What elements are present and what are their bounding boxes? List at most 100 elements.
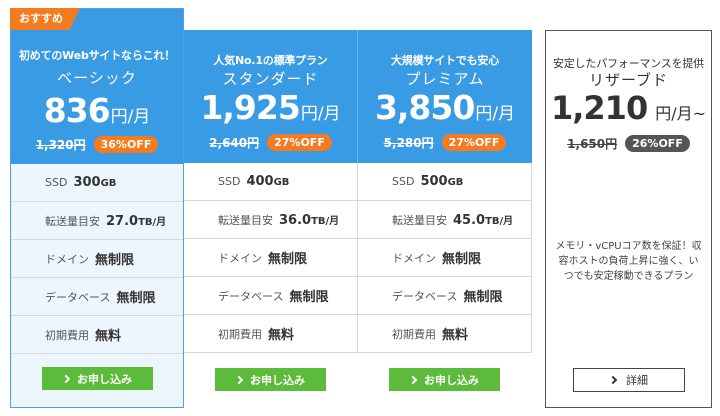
- spec-value: 45.0TB/月: [453, 212, 514, 228]
- plan-tagline: 初めてのWebサイトならこれ！: [18, 49, 176, 62]
- spec-label: SSD: [45, 176, 68, 189]
- spec-value: 無制限: [268, 252, 308, 267]
- discount-badge: 27%OFF: [441, 134, 507, 151]
- spec-row-initial-fee: 初期費用 無料: [11, 316, 183, 354]
- discount-row: 1,650円 26%OFF: [546, 135, 711, 152]
- spec-row-transfer: 転送量目安 27.0TB/月: [11, 202, 183, 240]
- apply-button-basic[interactable]: お申し込み: [42, 367, 153, 390]
- recommended-badge: おすすめ: [10, 8, 80, 30]
- apply-button-premium[interactable]: お申し込み: [389, 368, 500, 391]
- chevron-right-icon: [608, 375, 618, 385]
- spec-value: 無料: [95, 329, 122, 344]
- plan-header: 人気No.1の標準プラン スタンダード 1,925円/月 2,640円 27%O…: [184, 30, 358, 163]
- spec-list: SSD 400GB 転送量目安 36.0TB/月 ドメイン 無制限 データベース 無制限…: [184, 163, 358, 353]
- spec-row-database: データベース 無制限: [11, 278, 183, 316]
- price-value: 3,850: [374, 88, 475, 127]
- discount-badge: 26%OFF: [625, 135, 690, 152]
- spec-row-domain: ドメイン 無制限: [358, 239, 532, 277]
- spec-row-transfer: 転送量目安 36.0TB/月: [184, 201, 358, 239]
- discount-badge: 27%OFF: [267, 134, 332, 151]
- price-value: 1,925: [200, 88, 300, 127]
- old-price: 5,280円: [383, 136, 434, 150]
- plan-header: 初めてのWebサイトならこれ！ ベーシック 836円/月 1,320円 36%O…: [11, 9, 183, 164]
- discount-row: 1,320円 36%OFF: [11, 136, 183, 153]
- spec-row-database: データベース 無制限: [184, 277, 358, 315]
- plan-card-standard: 人気No.1の標準プラン スタンダード 1,925円/月 2,640円 27%O…: [184, 30, 358, 408]
- discount-row: 2,640円 27%OFF: [184, 134, 357, 151]
- spec-value: 無料: [442, 328, 469, 343]
- spec-value: 500GB: [420, 174, 464, 189]
- old-price: 1,650円: [567, 137, 618, 151]
- old-price: 1,320円: [35, 138, 86, 152]
- plan-card-reserved: 安定したパフォーマンスを提供 リザーブド 1,210 円/月~ 1,650円 26…: [545, 30, 712, 408]
- spec-value: 無制限: [463, 290, 503, 305]
- spec-label: データベース: [45, 290, 111, 304]
- details-button[interactable]: 詳細: [573, 368, 685, 392]
- spec-value: 無料: [268, 328, 295, 343]
- plan-price: 3,850円/月: [358, 88, 532, 127]
- price-value: 836: [43, 91, 111, 130]
- spec-row-transfer: 転送量目安 45.0TB/月: [358, 201, 532, 239]
- price-unit: 円/月: [475, 104, 516, 124]
- spec-row-domain: ドメイン 無制限: [184, 239, 358, 277]
- spec-label: 初期費用: [45, 328, 89, 342]
- plan-header: 大規模サイトでも安心 プレミアム 3,850円/月 5,280円 27%OFF: [358, 30, 532, 163]
- price-unit: 円/月: [110, 107, 151, 127]
- discount-badge: 36%OFF: [93, 136, 159, 153]
- spec-value: 27.0TB/月: [106, 213, 167, 229]
- spec-label: SSD: [218, 175, 241, 188]
- spec-label: SSD: [392, 175, 415, 188]
- spec-label: 転送量目安: [45, 214, 100, 228]
- spec-value: 36.0TB/月: [279, 212, 340, 228]
- spec-value: 無制限: [116, 291, 156, 306]
- spec-row-ssd: SSD 300GB: [11, 164, 183, 202]
- price-value: 1,210: [550, 89, 648, 127]
- spec-label: データベース: [392, 289, 458, 303]
- price-unit: 円/月: [300, 104, 341, 124]
- old-price: 2,640円: [209, 136, 260, 150]
- spec-label: 初期費用: [218, 327, 262, 341]
- plan-tagline: 大規模サイトでも安心: [391, 54, 499, 67]
- plan-card-basic: 初めてのWebサイトならこれ！ ベーシック 836円/月 1,320円 36%O…: [10, 8, 184, 408]
- spec-value: 400GB: [246, 174, 290, 189]
- spec-row-initial-fee: 初期費用 無料: [184, 315, 358, 353]
- spec-row-database: データベース 無制限: [358, 277, 532, 315]
- spec-label: データベース: [218, 289, 284, 303]
- apply-button-label: お申し込み: [424, 373, 479, 387]
- spec-row-ssd: SSD 500GB: [358, 163, 532, 201]
- plan-card-premium: 大規模サイトでも安心 プレミアム 3,850円/月 5,280円 27%OFF …: [358, 30, 532, 408]
- plan-name: スタンダード: [222, 70, 319, 88]
- chevron-right-icon: [234, 375, 244, 384]
- plan-price: 836円/月: [11, 91, 183, 130]
- plan-name: リザーブド: [588, 71, 669, 89]
- plan-tagline: 人気No.1の標準プラン: [213, 54, 328, 67]
- spec-label: 転送量目安: [218, 213, 273, 227]
- plan-name: プレミアム: [405, 70, 485, 88]
- spec-row-initial-fee: 初期費用 無料: [358, 315, 532, 353]
- chevron-right-icon: [61, 374, 71, 383]
- price-unit: 円/月~: [655, 104, 707, 123]
- apply-button-standard[interactable]: お申し込み: [215, 368, 326, 391]
- plan-price: 1,210 円/月~: [546, 89, 711, 127]
- spec-list: SSD 500GB 転送量目安 45.0TB/月 ドメイン 無制限 データベース 無制限…: [358, 163, 532, 353]
- apply-button-label: お申し込み: [250, 373, 305, 387]
- spec-label: ドメイン: [45, 252, 89, 266]
- spec-list: SSD 300GB 転送量目安 27.0TB/月 ドメイン 無制限 データベース 無制限…: [11, 164, 183, 354]
- plan-description: メモリ・vCPUコア数を保証！収容ホストの負荷上昇に強く、いつでも安定稼動できる…: [555, 241, 702, 282]
- spec-label: ドメイン: [218, 251, 262, 265]
- chevron-right-icon: [408, 375, 418, 384]
- plan-price: 1,925円/月: [184, 88, 357, 127]
- spec-row-ssd: SSD 400GB: [184, 163, 358, 201]
- spec-label: 初期費用: [392, 327, 436, 341]
- spec-label: ドメイン: [392, 251, 436, 265]
- spec-value: 300GB: [73, 175, 117, 190]
- spec-row-domain: ドメイン 無制限: [11, 240, 183, 278]
- spec-value: 無制限: [289, 290, 329, 305]
- details-button-label: 詳細: [626, 374, 648, 387]
- spec-value: 無制限: [95, 253, 135, 268]
- spec-value: 無制限: [442, 252, 482, 267]
- discount-row: 5,280円 27%OFF: [358, 134, 532, 151]
- spec-label: 転送量目安: [392, 213, 447, 227]
- plan-name: ベーシック: [57, 69, 137, 87]
- apply-button-label: お申し込み: [77, 372, 132, 386]
